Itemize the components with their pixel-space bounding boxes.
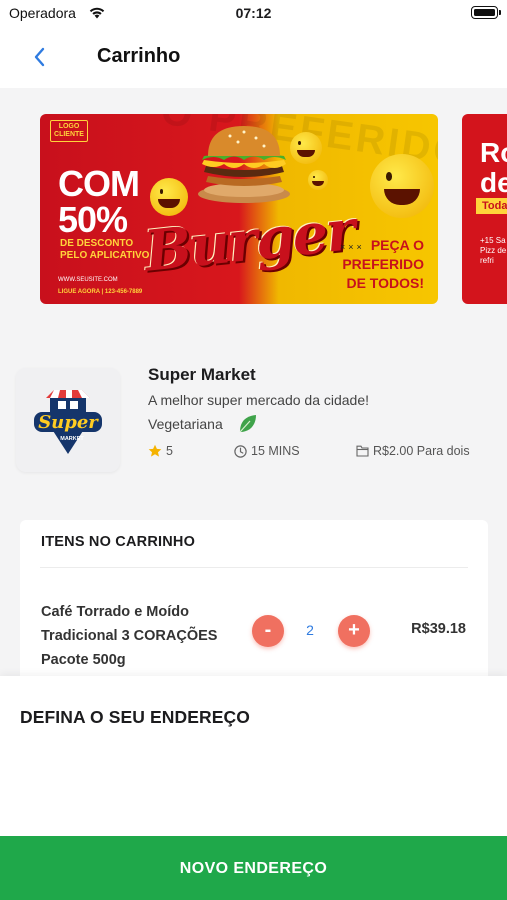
banner-subtext: DE DESCONTO PELO APLICATIVO xyxy=(60,238,150,261)
nav-bar: Carrinho xyxy=(0,26,507,88)
burger-image xyxy=(198,126,290,203)
new-address-button[interactable]: NOVO ENDEREÇO xyxy=(0,836,507,900)
status-bar: Operadora 07:12 xyxy=(0,0,507,26)
store-delivery-time: 15 MINS xyxy=(234,444,300,458)
emoji-big-laugh-icon xyxy=(370,154,434,218)
increase-quantity-button[interactable]: + xyxy=(338,615,370,647)
delivery-time-value: 15 MINS xyxy=(251,444,300,458)
store-category: Vegetariana xyxy=(148,416,223,432)
emoji-sunglasses-icon xyxy=(308,170,328,190)
banner2-badge: Toda xyxy=(476,198,507,214)
store-info: Super MARKET Super Market A melhor super… xyxy=(0,328,507,498)
banner-phone: LIGUE AGORA | 123-456-7889 xyxy=(58,289,143,295)
back-chevron-icon[interactable] xyxy=(28,43,52,71)
rating-value: 5 xyxy=(166,444,173,458)
cart-heading: ITENS NO CARRINHO xyxy=(41,534,196,550)
store-logo-image: Super MARKET xyxy=(34,390,102,454)
store-name: Super Market xyxy=(148,365,256,384)
emoji-laughing-icon xyxy=(150,178,188,216)
banner-headline: COM 50% xyxy=(58,163,140,240)
banner-website: WWW.SEUSITE.COM xyxy=(58,277,118,283)
promo-banner-pizza[interactable]: Ro de Toda +15 Sa de Pizz de refri xyxy=(462,114,507,304)
star-icon xyxy=(148,444,162,457)
banner-tagline: PEÇA O PREFERIDO DE TODOS! xyxy=(342,237,424,291)
battery-icon xyxy=(471,6,501,19)
emoji-heart-eyes-icon xyxy=(290,132,322,164)
cart-item-quantity: 2 xyxy=(306,622,314,638)
price-for-two-value: R$2.00 Para dois xyxy=(373,444,470,458)
wallet-icon xyxy=(356,445,369,457)
clock-icon xyxy=(234,444,247,458)
store-rating: 5 xyxy=(148,444,173,458)
cart-item-price: R$39.18 xyxy=(411,621,466,637)
store-price: R$2.00 Para dois xyxy=(356,444,470,458)
store-logo: Super MARKET xyxy=(16,368,120,472)
banner2-subtext: +15 Sa de Pizz de refri xyxy=(480,236,507,265)
cart-divider xyxy=(40,567,468,568)
decrease-quantity-button[interactable]: - xyxy=(252,615,284,647)
clock: 07:12 xyxy=(235,5,272,21)
page-title: Carrinho xyxy=(97,45,181,67)
banner-carousel[interactable]: O PREFERIDO LOGO CLIENTE COM 50% DE DESC… xyxy=(0,88,507,328)
cart-item-name: Café Torrado e Moído Tradicional 3 CORAÇ… xyxy=(41,604,218,668)
leaf-icon xyxy=(239,415,256,433)
store-tagline: A melhor super mercado da cidade! xyxy=(148,392,370,408)
promo-banner-burger[interactable]: O PREFERIDO LOGO CLIENTE COM 50% DE DESC… xyxy=(40,114,438,304)
store-logo-subtext: MARKET xyxy=(60,436,84,442)
store-logo-text: Super xyxy=(38,412,99,433)
banner-client-logo: LOGO CLIENTE xyxy=(50,120,88,142)
address-sheet-title: DEFINA O SEU ENDEREÇO xyxy=(20,707,250,727)
banner2-headline: Ro de xyxy=(480,137,507,198)
